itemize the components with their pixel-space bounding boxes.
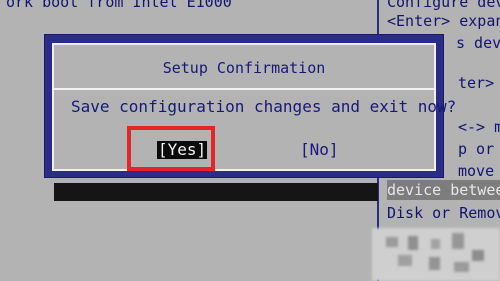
setup-confirmation-dialog: Setup Confirmation Save configuration ch… [44,34,456,178]
help-line-configure: Configure dev [387,0,500,11]
help-line-move: move [458,162,495,180]
help-line-disk-or-removable: Disk or Remov [387,204,500,222]
boot-device-line: ork boot from Intel E1000 [6,0,232,11]
dialog-message: Save configuration changes and exit now? [71,97,457,116]
blur-tile [454,262,469,272]
dialog-shadow [54,183,378,201]
blur-tile [398,255,412,266]
help-line-devices: s dev [456,34,500,52]
blur-tile [429,257,440,270]
help-line-up-or: p or [458,140,495,158]
dialog-separator [54,88,434,90]
blur-tile [408,236,418,250]
blur-tile [452,233,464,249]
blur-tile [386,237,398,247]
help-line-device-between: device betwee [387,181,500,199]
help-line-enter: ter> [458,74,495,92]
dialog-panel: Setup Confirmation Save configuration ch… [52,43,456,171]
blur-tile [431,239,440,249]
help-line-expand: <Enter> expan [387,12,500,30]
yes-focus-highlight [127,126,215,171]
blur-tile [472,250,484,261]
dialog-title: Setup Confirmation [162,59,326,77]
no-button[interactable]: [No] [300,141,339,159]
help-line-arrow: <-> m [458,118,500,136]
